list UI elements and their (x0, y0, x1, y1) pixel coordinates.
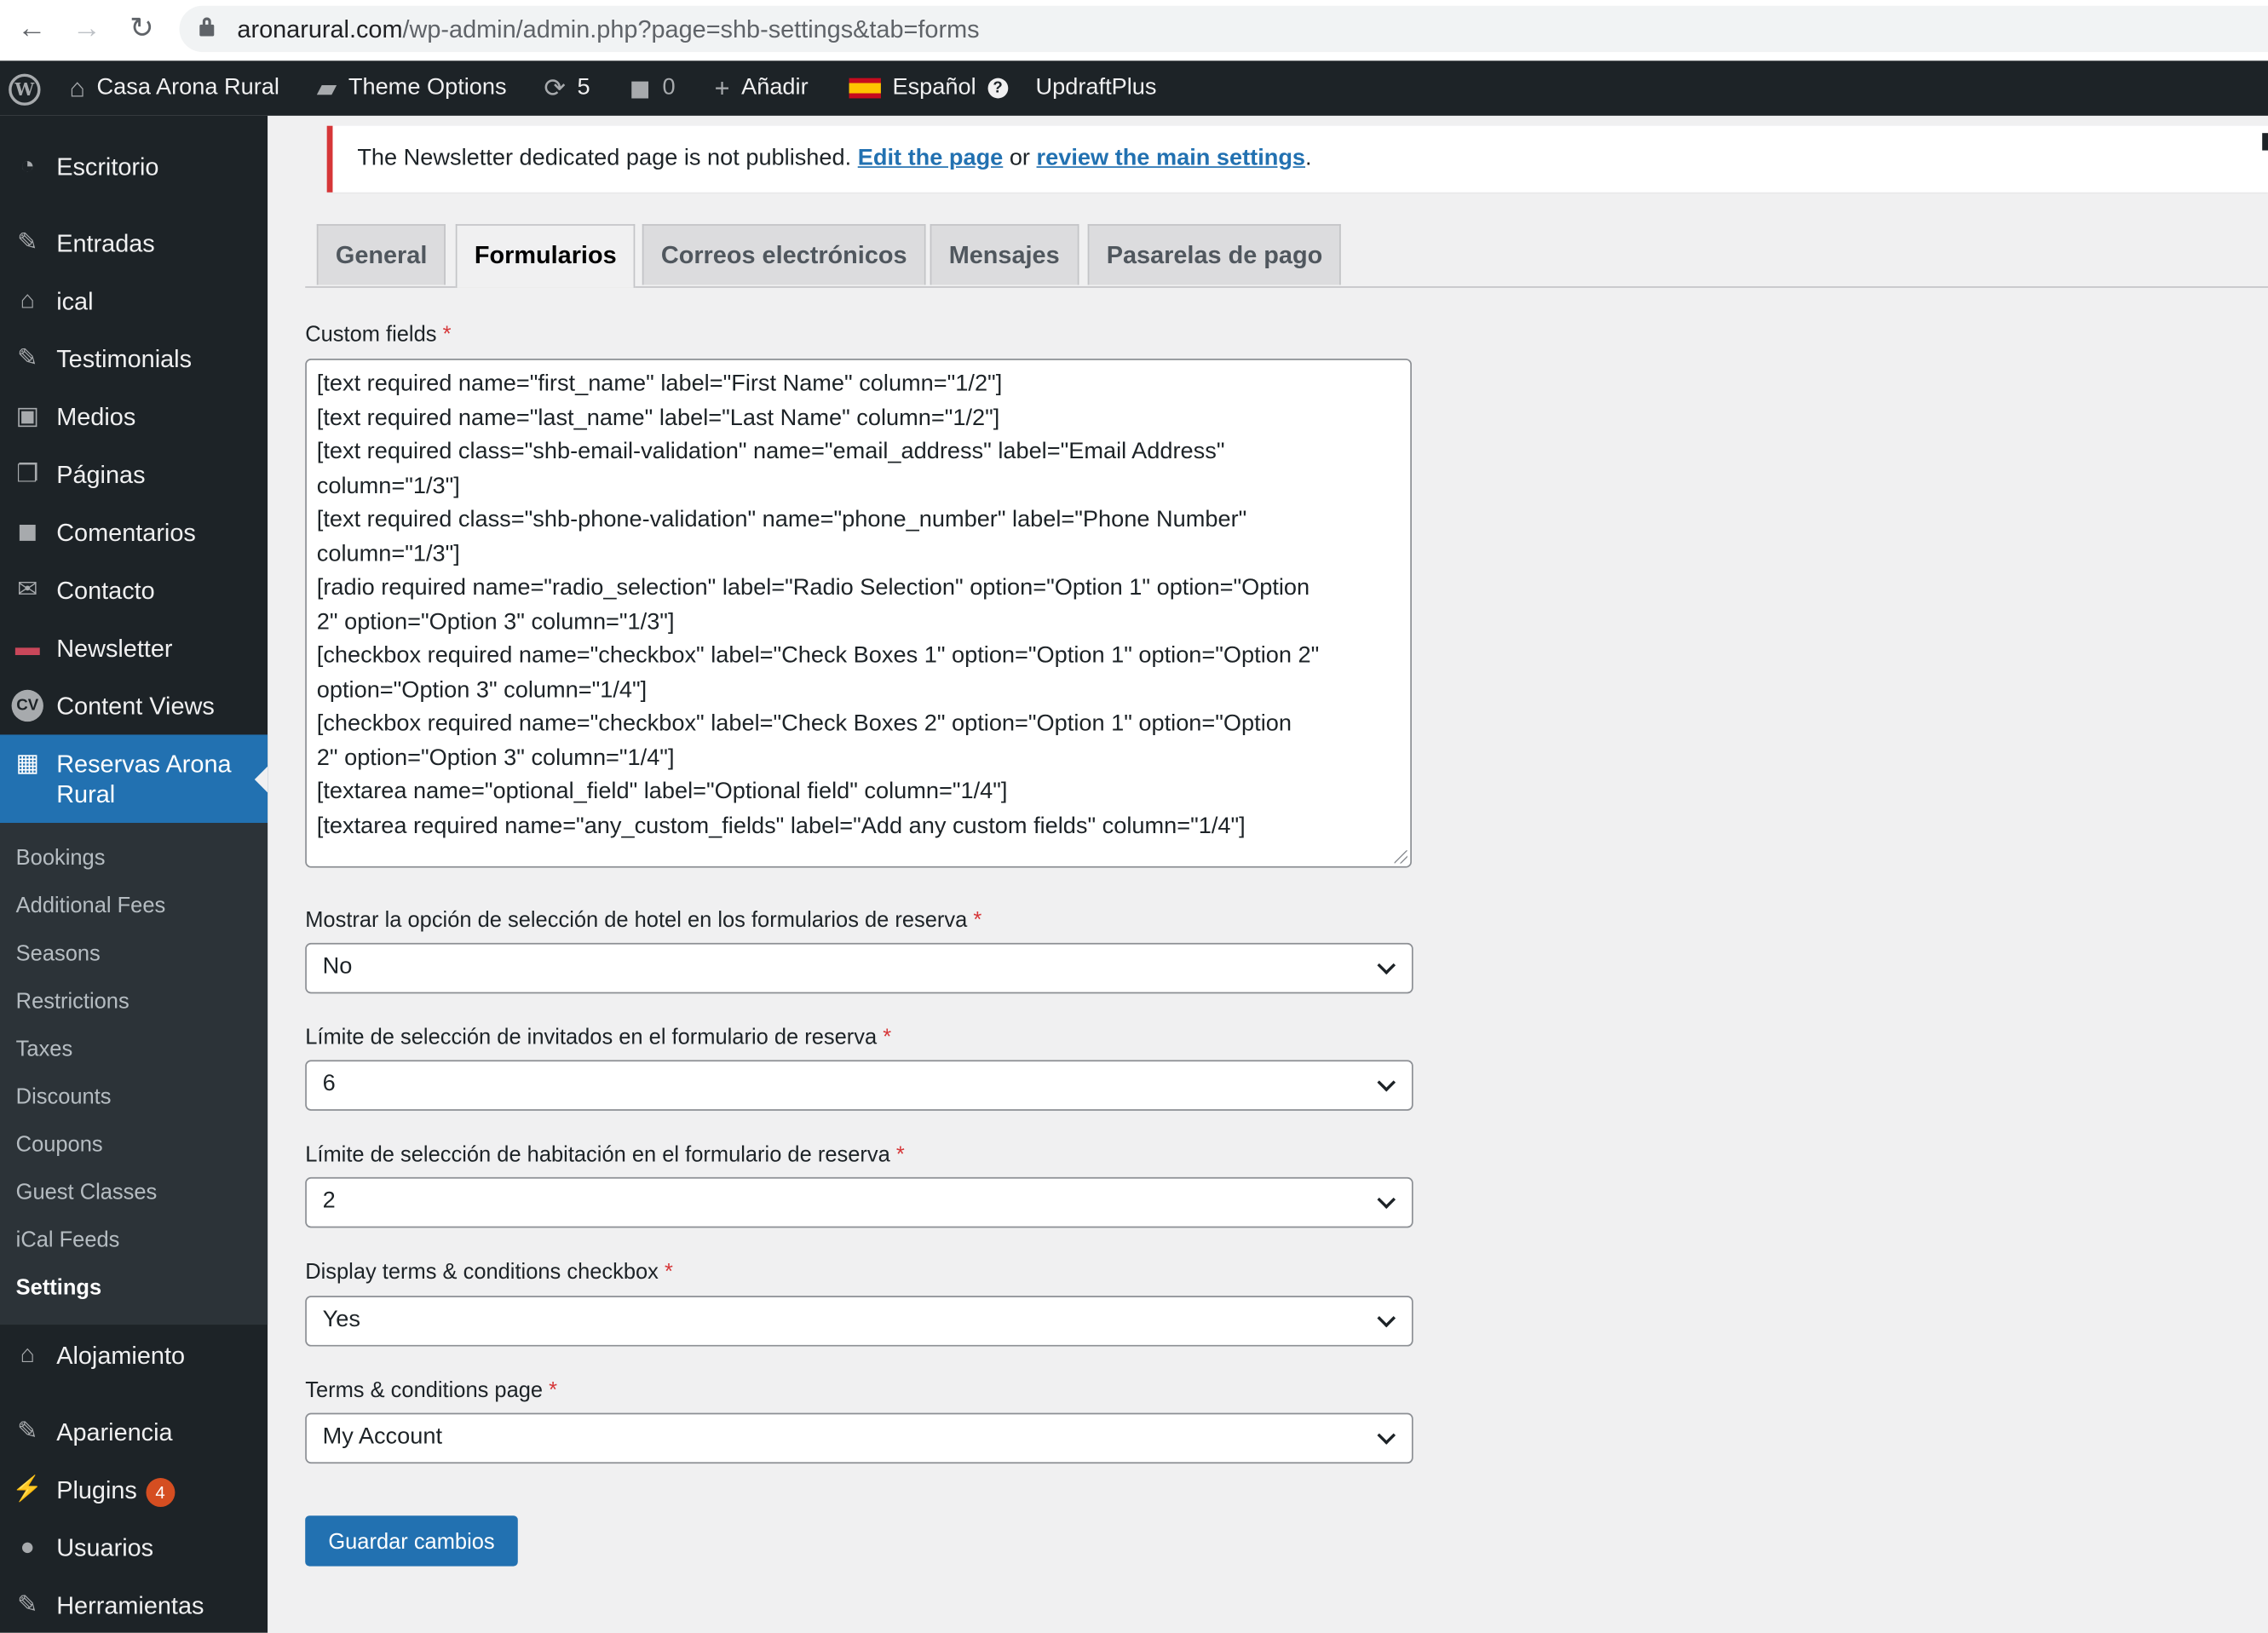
menu-reservas-arona-rural[interactable]: ▦ Reservas Arona Rural (0, 734, 268, 823)
terms-checkbox-dropdown[interactable]: Yes (305, 1296, 1413, 1347)
tab-mensajes[interactable]: Mensajes (930, 224, 1079, 285)
plus-icon: + (714, 73, 730, 103)
guest-limit-dropdown[interactable]: 6 (305, 1060, 1413, 1111)
newsletter-notice: The Newsletter dedicated page is not pub… (326, 125, 2268, 193)
site-name-link[interactable]: ⌂ Casa Arona Rural (69, 60, 279, 116)
submenu-taxes[interactable]: Taxes (16, 1036, 73, 1065)
paintbrush-icon: ✎ (17, 1417, 38, 1446)
tab-correos-electronicos[interactable]: Correos electrónicos (642, 224, 926, 285)
room-limit-dropdown[interactable]: 2 (305, 1176, 1413, 1228)
tab-pasarelas-de-pago[interactable]: Pasarelas de pago (1087, 224, 1342, 285)
custom-fields-label: Custom fields * (305, 322, 452, 348)
forward-icon[interactable]: → (69, 12, 104, 47)
plugin-icon: ⚡ (12, 1475, 43, 1503)
notice-dismiss-edge (2262, 133, 2268, 151)
media-icon: ▣ (15, 401, 39, 430)
submenu-settings[interactable]: Settings (16, 1274, 101, 1303)
custom-fields-textarea[interactable]: [text required name="first_name" label="… (305, 359, 1412, 868)
submenu-ical-feeds[interactable]: iCal Feeds (16, 1227, 120, 1256)
resize-handle-icon[interactable] (1394, 850, 1407, 864)
lock-icon (199, 17, 215, 37)
terms-page-dropdown[interactable]: My Account (305, 1412, 1413, 1464)
theme-options-link[interactable]: ▰ Theme Options (317, 60, 507, 116)
language-switcher[interactable]: Español ? (849, 60, 1009, 116)
hotel-select-dropdown[interactable]: No (305, 942, 1413, 994)
content-views-icon: CV (11, 689, 43, 722)
newsletter-icon: ▬ (14, 633, 40, 661)
comment-icon: ◼ (17, 517, 38, 546)
room-limit-label: Límite de selección de habitación en el … (305, 1142, 905, 1168)
plugin-update-badge: 4 (146, 1477, 176, 1507)
chevron-down-icon (1377, 1426, 1396, 1445)
wrench-icon: ✎ (17, 1590, 38, 1619)
updates-icon: ⟳ (544, 73, 566, 103)
chevron-down-icon (1377, 1190, 1396, 1210)
back-icon[interactable]: ← (14, 12, 49, 47)
submenu-coupons[interactable]: Coupons (16, 1131, 103, 1160)
updates-link[interactable]: ⟳ 5 (544, 60, 590, 116)
edit-page-link[interactable]: Edit the page (858, 146, 1004, 170)
submenu-seasons[interactable]: Seasons (16, 940, 101, 969)
pages-icon: ❐ (16, 459, 39, 488)
chevron-down-icon (1377, 1308, 1396, 1328)
pin-icon: ✎ (17, 228, 38, 256)
submenu-additional-fees[interactable]: Additional Fees (16, 892, 166, 921)
calendar-icon: ▦ (15, 749, 39, 777)
home-icon: ⌂ (20, 286, 35, 314)
user-icon: ● (20, 1532, 35, 1561)
dashboard-icon: ◔ (20, 152, 35, 180)
folder-icon: ▰ (316, 73, 337, 103)
url-text[interactable]: aronarural.com/wp-admin/admin.php?page=s… (237, 16, 979, 45)
pin-icon: ✎ (17, 344, 38, 372)
help-icon[interactable]: ? (987, 78, 1009, 99)
home-icon: ⌂ (20, 1340, 35, 1369)
tab-general[interactable]: General (316, 224, 446, 285)
submenu-reservas: Bookings Additional Fees Seasons Restric… (0, 822, 268, 1325)
active-menu-arrow (254, 766, 268, 793)
mail-icon: ✉ (17, 575, 38, 603)
submenu-restrictions[interactable]: Restrictions (16, 988, 130, 1017)
terms-checkbox-label: Display terms & conditions checkbox * (305, 1259, 673, 1285)
review-settings-link[interactable]: review the main settings (1037, 146, 1306, 170)
browser-toolbar: ← → ↻ aronarural.com/wp-admin/admin.php?… (0, 0, 2268, 61)
updraftplus-link[interactable]: UpdraftPlus (1036, 60, 1157, 116)
reload-icon[interactable]: ↻ (124, 12, 159, 47)
submenu-discounts[interactable]: Discounts (16, 1084, 112, 1113)
home-icon: ⌂ (69, 73, 85, 103)
save-changes-button[interactable]: Guardar cambios (305, 1515, 518, 1567)
chevron-down-icon (1377, 956, 1396, 975)
chevron-down-icon (1377, 1072, 1396, 1092)
submenu-bookings[interactable]: Bookings (16, 844, 106, 873)
comment-icon: ◼ (629, 73, 651, 103)
wordpress-logo-icon[interactable]: W (9, 73, 41, 106)
tab-formularios[interactable]: Formularios (455, 224, 636, 288)
settings-tabs: General Formularios Correos electrónicos… (305, 224, 2268, 288)
address-bar[interactable]: aronarural.com/wp-admin/admin.php?page=s… (179, 5, 2268, 53)
hotel-select-label: Mostrar la opción de selección de hotel … (305, 908, 982, 934)
spain-flag-icon (849, 78, 881, 99)
guest-limit-label: Límite de selección de invitados en el f… (305, 1025, 892, 1050)
comments-link[interactable]: ◼ 0 (629, 60, 675, 116)
admin-bar: W ⌂ Casa Arona Rural ▰ Theme Options ⟳ 5… (0, 60, 2268, 116)
add-new-link[interactable]: + Añadir (715, 60, 809, 116)
submenu-guest-classes[interactable]: Guest Classes (16, 1179, 158, 1208)
terms-page-label: Terms & conditions page * (305, 1377, 558, 1403)
